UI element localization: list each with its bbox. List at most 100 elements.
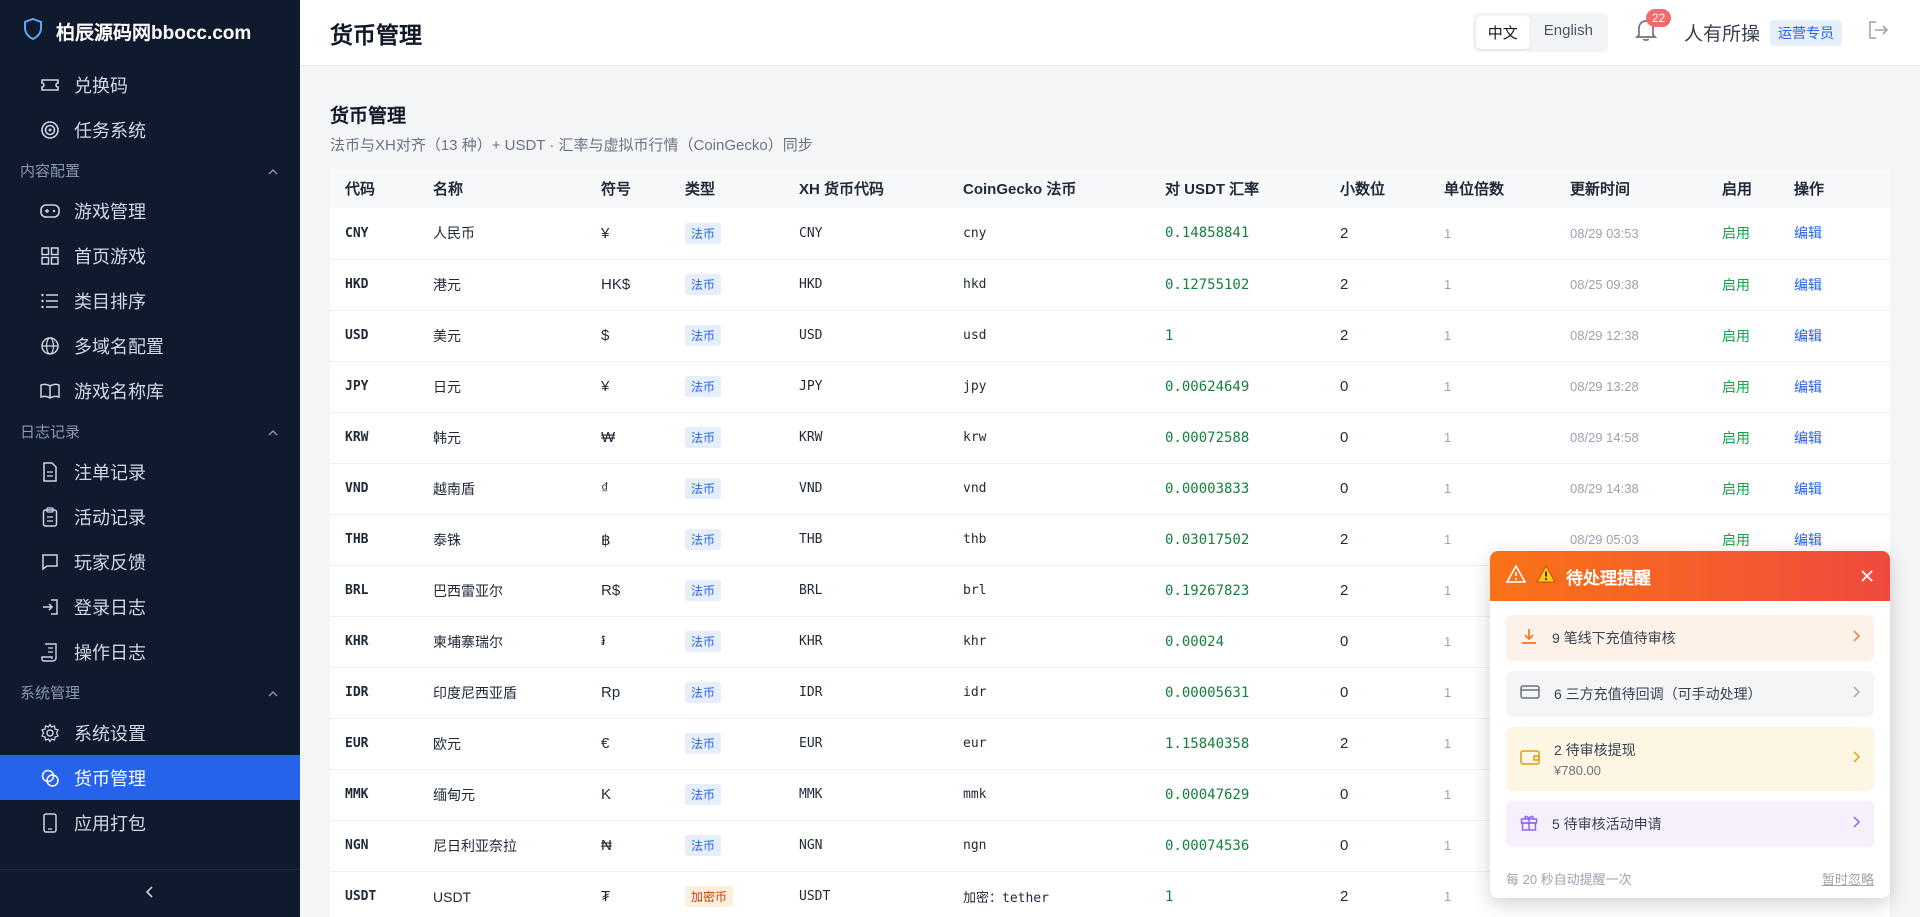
sidebar-item-bet-records[interactable]: 注单记录 <box>0 449 300 494</box>
cell-decimals: 2 <box>1340 888 1349 905</box>
cell-multiplier: 1 <box>1444 225 1452 241</box>
cell-coingecko: eur <box>963 736 987 751</box>
type-badge: 法币 <box>685 325 722 346</box>
sidebar-item-category-sort[interactable]: 类目排序 <box>0 278 300 323</box>
edit-link[interactable]: 编辑 <box>1794 379 1822 395</box>
cell-enabled[interactable]: 启用 <box>1707 310 1779 361</box>
sidebar-item-redeem-code[interactable]: 兑换码 <box>0 62 300 107</box>
cell-rate: 0.00005631 <box>1165 684 1250 701</box>
reminder-third-party-callback[interactable]: 6 三方充值待回调（可手动处理） <box>1506 671 1874 717</box>
lang-en-button[interactable]: English <box>1532 16 1605 49</box>
col-xh-code: XH 货币代码 <box>799 181 885 198</box>
edit-link[interactable]: 编辑 <box>1794 328 1822 344</box>
col-name: 名称 <box>433 181 464 198</box>
cell-code: CNY <box>345 225 369 241</box>
type-badge: 法币 <box>685 682 722 703</box>
user-info[interactable]: 人有所操 运营专员 <box>1684 19 1842 46</box>
sidebar-group-logs[interactable]: 日志记录 <box>0 413 300 449</box>
cell-type: 法币 <box>670 310 784 361</box>
cell-coingecko: vnd <box>963 481 987 496</box>
reminder-withdrawal[interactable]: 2 待审核提现 ¥780.00 <box>1506 727 1874 791</box>
edit-link[interactable]: 编辑 <box>1794 225 1822 241</box>
cell-coingecko: cny <box>963 225 987 241</box>
cell-decimals: 0 <box>1340 378 1349 395</box>
cell-decimals: 0 <box>1340 480 1349 497</box>
edit-link[interactable]: 编辑 <box>1794 277 1822 293</box>
cell-xh-code: EUR <box>799 736 823 751</box>
edit-link[interactable]: 编辑 <box>1794 430 1822 446</box>
sidebar-item-label: 兑换码 <box>74 75 128 96</box>
cell-name: 韩元 <box>433 429 461 446</box>
cell-coingecko: jpy <box>963 379 987 394</box>
popup-title: 待处理提醒 <box>1566 568 1651 588</box>
cell-symbol: K <box>601 786 612 803</box>
cell-enabled[interactable]: 启用 <box>1707 361 1779 412</box>
target-icon <box>40 120 60 140</box>
sidebar-item-label: 操作日志 <box>74 642 146 663</box>
sidebar-item-login-log[interactable]: 登录日志 <box>0 584 300 629</box>
cell-updated: 08/29 14:58 <box>1570 430 1639 445</box>
type-badge: 法币 <box>685 376 722 397</box>
cell-code: KHR <box>345 634 369 649</box>
sidebar-group-content[interactable]: 内容配置 <box>0 152 300 188</box>
list-icon <box>40 291 60 311</box>
notification-button[interactable]: 22 <box>1632 8 1672 47</box>
cell-type: 法币 <box>670 820 784 871</box>
edit-link[interactable]: 编辑 <box>1794 481 1822 497</box>
lang-zh-button[interactable]: 中文 <box>1475 16 1530 49</box>
close-icon[interactable] <box>1860 569 1874 583</box>
reminder-activity-application[interactable]: 5 待审核活动申请 <box>1506 801 1874 847</box>
user-name: 人有所操 <box>1683 24 1760 45</box>
wallet-icon <box>1520 748 1540 771</box>
sidebar-item-system-settings[interactable]: 系统设置 <box>0 710 300 755</box>
brand[interactable]: 柏辰源码网bbocc.com <box>0 0 300 62</box>
group-label: 系统管理 <box>20 684 81 702</box>
coins-icon <box>40 768 60 788</box>
sidebar-item-multi-domain[interactable]: 多域名配置 <box>0 323 300 368</box>
sidebar-item-home-games[interactable]: 首页游戏 <box>0 233 300 278</box>
col-type: 类型 <box>685 181 716 198</box>
type-badge: 法币 <box>685 222 722 244</box>
reminder-text: 9 笔线下充值待审核 <box>1552 630 1676 646</box>
cell-rate: 0.19267823 <box>1165 582 1250 599</box>
sidebar-item-app-packaging[interactable]: 应用打包 <box>0 800 300 845</box>
edit-link[interactable]: 编辑 <box>1794 532 1822 548</box>
reminder-offline-recharge[interactable]: 9 笔线下充值待审核 <box>1506 615 1874 661</box>
gear-icon <box>40 722 60 743</box>
sidebar-item-player-feedback[interactable]: 玩家反馈 <box>0 539 300 584</box>
cell-symbol: ៛ <box>601 631 606 649</box>
chevron-right-icon <box>1853 629 1860 647</box>
cell-type: 法币 <box>670 259 784 310</box>
cell-rate: 0.00074536 <box>1165 837 1250 854</box>
type-badge: 法币 <box>685 733 722 754</box>
brand-name: 柏辰源码网bbocc.com <box>56 22 252 44</box>
sidebar-item-operation-log[interactable]: 操作日志 <box>0 629 300 674</box>
sidebar-item-activity-records[interactable]: 活动记录 <box>0 494 300 539</box>
sidebar-group-system[interactable]: 系统管理 <box>0 674 300 710</box>
cell-xh-code: BRL <box>799 583 823 598</box>
logout-button[interactable] <box>1866 21 1890 45</box>
table-row: VND 越南盾 ₫ 法币 VND vnd 0.00003833 0 1 08/29 14:38 启用… <box>330 463 1890 514</box>
cell-rate: 0.00024 <box>1165 633 1225 650</box>
cell-xh-code: USDT <box>799 889 831 904</box>
type-badge: 法币 <box>685 529 722 550</box>
col-multiplier: 单位倍数 <box>1444 181 1505 198</box>
cell-enabled[interactable]: 启用 <box>1707 208 1779 259</box>
cell-code: USD <box>345 328 369 343</box>
cell-decimals: 2 <box>1340 327 1349 344</box>
sidebar-item-game-management[interactable]: 游戏管理 <box>0 188 300 233</box>
cell-coingecko: thb <box>963 532 987 547</box>
col-enabled: 启用 <box>1722 181 1753 198</box>
cell-enabled[interactable]: 启用 <box>1707 259 1779 310</box>
sidebar-item-game-names[interactable]: 游戏名称库 <box>0 368 300 413</box>
cell-enabled[interactable]: 启用 <box>1707 463 1779 514</box>
cell-enabled[interactable]: 启用 <box>1707 412 1779 463</box>
sidebar-collapse-button[interactable] <box>0 869 300 917</box>
cell-type: 法币 <box>670 208 784 259</box>
sidebar-item-tasks[interactable]: 任务系统 <box>0 107 300 152</box>
table-header-row: 代码 名称 符号 类型 XH 货币代码 CoinGecko 法币 对 USDT … <box>330 169 1890 208</box>
sidebar-item-currency-management[interactable]: 货币管理 <box>0 755 300 800</box>
cell-code: EUR <box>345 736 369 751</box>
ignore-button[interactable]: 暂时忽略 <box>1822 869 1874 888</box>
cell-code: NGN <box>345 838 369 853</box>
